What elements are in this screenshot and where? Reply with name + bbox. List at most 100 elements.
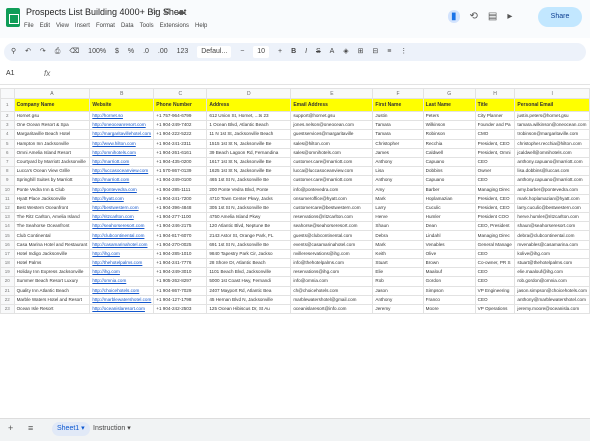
data-cell[interactable]: Tamara bbox=[372, 120, 424, 131]
data-cell[interactable]: mark.hoplamazian@hyatt.com bbox=[514, 193, 590, 204]
column-header[interactable]: E bbox=[290, 88, 374, 99]
data-cell[interactable]: The Ritz Carlton, Amelia Island bbox=[13, 212, 91, 223]
menu-view[interactable]: View bbox=[56, 23, 69, 29]
data-cell[interactable]: Jason bbox=[372, 285, 424, 296]
data-cell[interactable]: Capuano bbox=[422, 175, 476, 186]
header-cell[interactable]: Email Address bbox=[290, 98, 374, 112]
data-cell[interactable]: elie.maalouf@ihg.com bbox=[514, 267, 590, 278]
website-link-cell[interactable]: http://marriott.com bbox=[89, 156, 155, 168]
data-cell[interactable]: christopher.recchia@hilton.com bbox=[514, 138, 590, 149]
align-icon[interactable]: ≡ bbox=[387, 43, 391, 61]
website-link-cell[interactable]: http://ihg.com bbox=[89, 248, 155, 260]
data-cell[interactable]: President, CEO bbox=[474, 193, 516, 204]
data-cell[interactable]: Tamara bbox=[372, 129, 424, 140]
data-cell[interactable]: Gordon bbox=[422, 276, 476, 287]
paint-format-icon[interactable]: ⌫ bbox=[69, 43, 79, 61]
row-number[interactable]: 5 bbox=[0, 138, 15, 149]
more-icon[interactable]: ⋮ bbox=[400, 43, 407, 61]
borders-icon[interactable]: ⊞ bbox=[358, 43, 364, 61]
data-cell[interactable]: VP Engineering bbox=[474, 285, 516, 296]
undo-icon[interactable]: ↶ bbox=[25, 43, 31, 61]
data-cell[interactable]: Hoplamazian bbox=[422, 193, 476, 204]
website-link-cell[interactable]: http://omnia.com bbox=[89, 276, 155, 287]
data-cell[interactable]: support@hornet.gsu bbox=[290, 110, 374, 122]
star-icon[interactable]: ☆ bbox=[150, 6, 158, 16]
header-cell[interactable]: Address bbox=[206, 98, 292, 112]
data-cell[interactable]: +1 905-262-8297 bbox=[153, 276, 208, 287]
history-icon[interactable]: ⟲ bbox=[470, 11, 478, 22]
header-cell[interactable]: Last Name bbox=[422, 98, 476, 112]
data-cell[interactable]: anthony@marblewatershotel.com bbox=[514, 294, 590, 305]
data-cell[interactable]: Quality Inn Atlantic Beach bbox=[13, 285, 91, 296]
data-cell[interactable]: CEO bbox=[474, 267, 516, 278]
header-cell[interactable]: Company Name bbox=[13, 98, 91, 112]
share-button[interactable]: Share bbox=[538, 7, 582, 27]
data-cell[interactable]: 612 Union St, Hornet, ...ts 23 bbox=[206, 110, 292, 122]
data-cell[interactable]: Ponte Vedra Inn & Club bbox=[13, 184, 91, 195]
data-cell[interactable]: Christopher bbox=[372, 138, 424, 149]
data-cell[interactable]: Peters bbox=[422, 110, 476, 122]
data-cell[interactable]: Summer Beach Resort Luxury bbox=[13, 276, 91, 287]
row-number[interactable]: 12 bbox=[0, 202, 15, 214]
data-cell[interactable]: Dean bbox=[422, 221, 476, 232]
data-cell[interactable]: Anthony bbox=[372, 175, 424, 186]
font-size-decrease-icon[interactable]: − bbox=[240, 43, 244, 61]
data-cell[interactable]: stuart@thehotelpalms.com bbox=[514, 257, 590, 269]
italic-icon[interactable]: I bbox=[305, 43, 307, 61]
data-cell[interactable]: +1 904-817-6070 bbox=[153, 230, 208, 241]
data-cell[interactable]: jcaldwell@omnihotels.com bbox=[514, 147, 590, 158]
data-cell[interactable]: Simpson bbox=[422, 285, 476, 296]
data-cell[interactable]: Lisa bbox=[372, 166, 424, 177]
data-cell[interactable]: President, CEO bbox=[474, 138, 516, 149]
data-cell[interactable]: debra@clubcontinental.com bbox=[514, 230, 590, 241]
website-link-cell[interactable]: http://seahorseresort.com bbox=[89, 221, 155, 232]
data-cell[interactable]: +1 757-964-6799 bbox=[153, 110, 208, 122]
data-cell[interactable]: CEO bbox=[474, 175, 516, 186]
data-cell[interactable]: mvenables@casamarina.com bbox=[514, 239, 590, 250]
website-link-cell[interactable]: http://oneoceanresort.com bbox=[89, 120, 155, 131]
data-cell[interactable]: Hyatt Place Jacksonville bbox=[13, 193, 91, 204]
data-cell[interactable]: kolive@ihg.com bbox=[514, 248, 590, 260]
data-cell[interactable]: Managing Direc bbox=[474, 230, 516, 241]
column-header[interactable]: I bbox=[514, 88, 590, 99]
row-number[interactable]: 11 bbox=[0, 193, 15, 204]
data-cell[interactable]: 4750 Amelia Island Pkwy bbox=[206, 212, 292, 223]
menu-data[interactable]: Data bbox=[121, 23, 134, 29]
website-link-cell[interactable]: http://ihg.com bbox=[89, 267, 155, 278]
header-cell[interactable]: Website bbox=[89, 98, 155, 112]
header-cell[interactable]: Title bbox=[474, 98, 516, 112]
data-cell[interactable]: reservations@ritzcarlton.com bbox=[290, 212, 374, 223]
data-cell[interactable]: Barber bbox=[422, 184, 476, 195]
data-cell[interactable]: 5000 1st Coast Hwy, Fernandi bbox=[206, 276, 292, 287]
data-cell[interactable]: President, Omni bbox=[474, 147, 516, 158]
data-cell[interactable]: info@thehotelpalms.com bbox=[290, 257, 374, 269]
data-cell[interactable]: 11 N 1st St, Jacksonville Beach bbox=[206, 129, 292, 140]
data-cell[interactable]: 120 Atlantic Blvd, Neptune Be bbox=[206, 221, 292, 232]
data-cell[interactable]: 691 1st St N, Jacksonville Be bbox=[206, 239, 292, 250]
data-cell[interactable]: 45 Hernan Blvd N, Jacksonville bbox=[206, 294, 292, 305]
data-cell[interactable]: +1 904-242-2503 bbox=[153, 303, 208, 315]
data-cell[interactable]: Mark bbox=[372, 239, 424, 250]
data-cell[interactable]: info@pontevedra.com bbox=[290, 184, 374, 195]
header-cell[interactable]: Phone Number bbox=[153, 98, 208, 112]
data-cell[interactable]: Lindahl bbox=[422, 230, 476, 241]
data-cell[interactable]: CEO bbox=[474, 276, 516, 287]
data-cell[interactable]: +1 904-241-2311 bbox=[153, 138, 208, 149]
website-link-cell[interactable]: http://pontevedra.com bbox=[89, 184, 155, 195]
data-cell[interactable]: CEO bbox=[474, 294, 516, 305]
website-link-cell[interactable]: http://luccasoceanview.com bbox=[89, 166, 155, 177]
percent-button[interactable]: % bbox=[128, 43, 134, 61]
zoom-select[interactable]: 100% bbox=[88, 43, 106, 61]
more-formats-icon[interactable]: 123 bbox=[177, 43, 189, 61]
data-cell[interactable]: Ocean Isle Resort bbox=[13, 303, 91, 315]
comment-icon[interactable]: ▤ bbox=[488, 11, 497, 22]
data-cell[interactable]: VP Operations bbox=[474, 303, 516, 315]
data-cell[interactable]: +1 904-261-6161 bbox=[153, 147, 208, 158]
font-size-input[interactable]: 10 bbox=[253, 46, 270, 58]
website-link-cell[interactable]: http://casamarinahotel.com bbox=[89, 239, 155, 250]
website-link-cell[interactable]: http://choicehotels.com bbox=[89, 285, 155, 296]
data-cell[interactable]: +1 904-241-7200 bbox=[153, 193, 208, 204]
data-cell[interactable]: justin.peters@hornet.gsu bbox=[514, 110, 590, 122]
data-cell[interactable]: sales@omnihotels.com bbox=[290, 147, 374, 158]
website-link-cell[interactable]: http://margaritavillehotel.com bbox=[89, 129, 155, 140]
